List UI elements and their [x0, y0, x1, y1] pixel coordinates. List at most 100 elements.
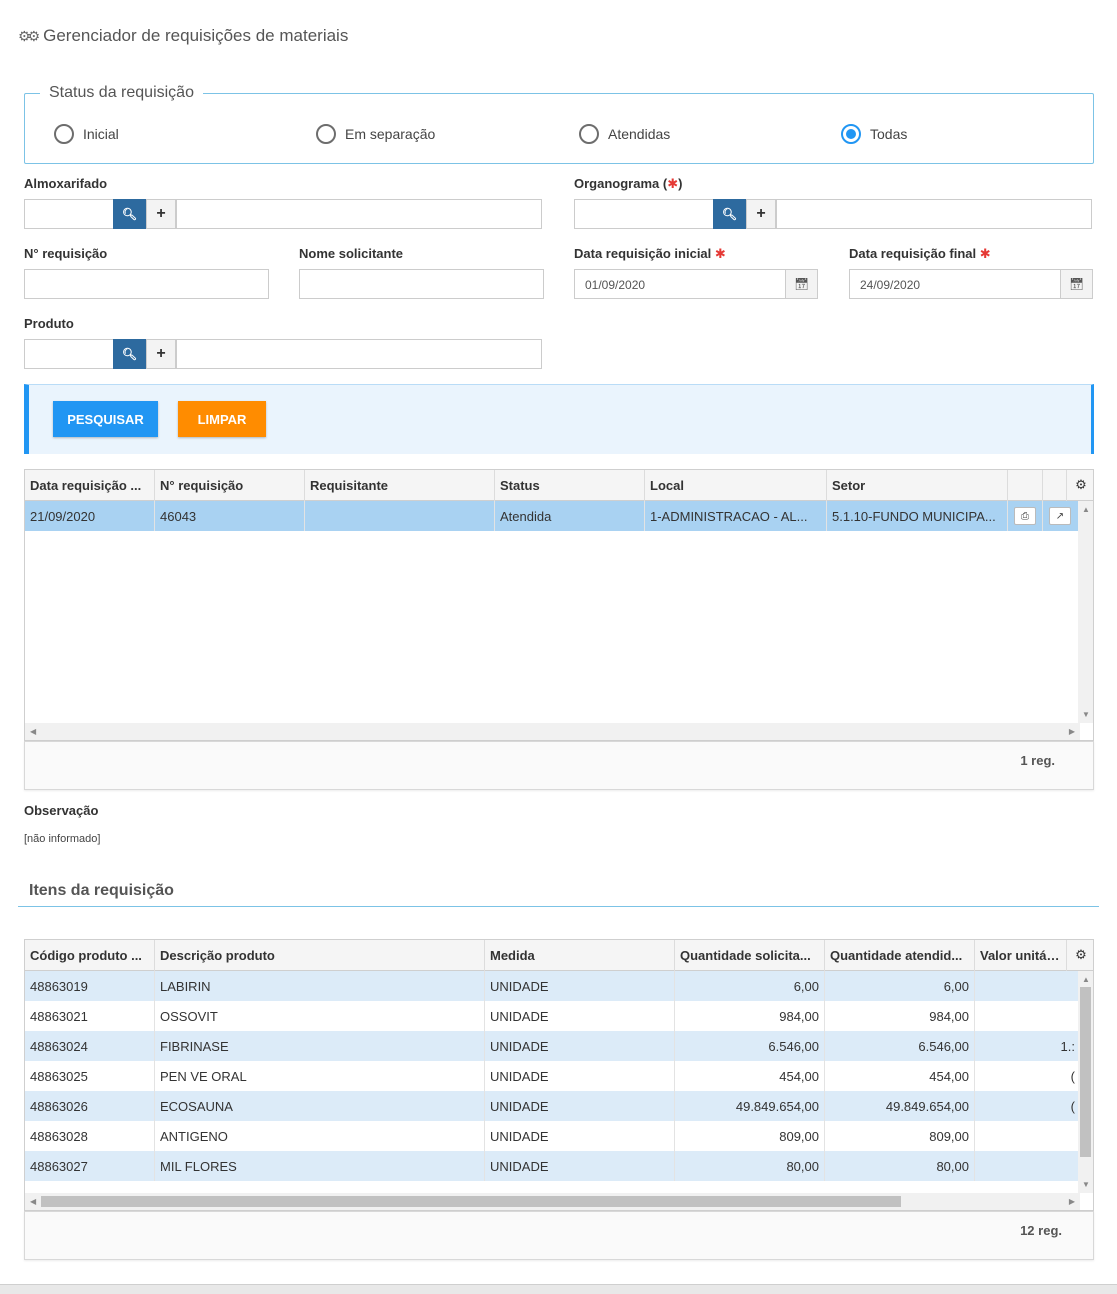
data-inicial-input[interactable]: 01/09/2020: [574, 269, 786, 299]
num-requisicao-label: N° requisição: [24, 246, 108, 261]
almoxarifado-label: Almoxarifado: [24, 176, 108, 191]
pesquisar-button[interactable]: PESQUISAR: [53, 401, 158, 437]
organograma-add-button[interactable]: +: [746, 199, 776, 229]
grid-settings-button[interactable]: ⚙: [1067, 470, 1093, 501]
plus-icon: +: [756, 205, 766, 222]
cell-medida: UNIDADE: [485, 1121, 675, 1151]
horizontal-scrollbar[interactable]: ◀ ▶: [25, 723, 1080, 740]
scroll-up-icon[interactable]: ▲: [1082, 975, 1090, 984]
data-final-label-text: Data requisição final: [849, 246, 977, 261]
column-header[interactable]: Quantidade atendid...: [825, 940, 975, 971]
column-header[interactable]: Status: [495, 470, 645, 501]
produto-add-button[interactable]: +: [146, 339, 176, 369]
table-row[interactable]: 48863025 PEN VE ORAL UNIDADE 454,00 454,…: [25, 1061, 1080, 1091]
status-fieldset: [24, 93, 1094, 164]
organograma-label-text: Organograma (: [574, 176, 668, 191]
data-final-input[interactable]: 24/09/2020: [849, 269, 1061, 299]
grid-settings-button[interactable]: ⚙: [1067, 940, 1093, 971]
search-icon: 🔍︎: [721, 207, 738, 221]
radio-inicial[interactable]: Inicial: [54, 124, 119, 144]
observacao-value: [não informado]: [24, 833, 101, 845]
radio-circle-checked[interactable]: [841, 124, 861, 144]
vertical-scrollbar[interactable]: ▲ ▼: [1078, 501, 1093, 723]
data-final-calendar-button[interactable]: 📅︎: [1060, 269, 1093, 299]
radio-circle[interactable]: [316, 124, 336, 144]
limpar-button[interactable]: LIMPAR: [178, 401, 266, 437]
almoxarifado-search-button[interactable]: 🔍︎: [113, 199, 146, 229]
cell-qtd-atendida: 984,00: [825, 1001, 975, 1031]
table-row[interactable]: 48863028 ANTIGENO UNIDADE 809,00 809,00: [25, 1121, 1080, 1151]
produto-code-input[interactable]: [24, 339, 114, 369]
column-header[interactable]: N° requisição: [155, 470, 305, 501]
scroll-down-icon[interactable]: ▼: [1082, 710, 1090, 719]
scroll-left-icon[interactable]: ◀: [30, 727, 36, 736]
radio-todas[interactable]: Todas: [841, 124, 907, 144]
data-inicial-calendar-button[interactable]: 📅︎: [785, 269, 818, 299]
cell-open: ↗: [1043, 501, 1080, 531]
produto-description-input[interactable]: [176, 339, 542, 369]
column-header[interactable]: Quantidade solicita...: [675, 940, 825, 971]
vertical-scrollbar[interactable]: ▲ ▼: [1078, 971, 1093, 1193]
almoxarifado-code-input[interactable]: [24, 199, 114, 229]
required-mark: ✱: [714, 246, 726, 261]
table-row[interactable]: 48863027 MIL FLORES UNIDADE 80,00 80,00: [25, 1151, 1080, 1181]
column-header[interactable]: Descrição produto: [155, 940, 485, 971]
produto-search-button[interactable]: 🔍︎: [113, 339, 146, 369]
table-row[interactable]: 48863026 ECOSAUNA UNIDADE 49.849.654,00 …: [25, 1091, 1080, 1121]
print-button[interactable]: ⎙: [1014, 507, 1036, 525]
horizontal-scrollbar[interactable]: ◀ ▶: [25, 1193, 1080, 1210]
scroll-up-icon[interactable]: ▲: [1082, 505, 1090, 514]
table-row[interactable]: 48863021 OSSOVIT UNIDADE 984,00 984,00: [25, 1001, 1080, 1031]
column-header[interactable]: Código produto ...: [25, 940, 155, 971]
table-row[interactable]: 48863024 FIBRINASE UNIDADE 6.546,00 6.54…: [25, 1031, 1080, 1061]
column-header[interactable]: Requisitante: [305, 470, 495, 501]
radio-label: Todas: [870, 126, 908, 142]
organograma-code-input[interactable]: [574, 199, 714, 229]
table-row[interactable]: 21/09/2020 46043 Atendida 1-ADMINISTRACA…: [25, 501, 1080, 531]
record-count: 12 reg.: [1020, 1223, 1062, 1238]
radio-circle[interactable]: [579, 124, 599, 144]
page-bottom-border: [0, 1284, 1117, 1294]
scroll-right-icon[interactable]: ▶: [1069, 727, 1075, 736]
almoxarifado-description-input[interactable]: [176, 199, 542, 229]
radio-circle[interactable]: [54, 124, 74, 144]
organograma-label-end: ): [678, 176, 683, 191]
print-icon: ⎙: [1021, 510, 1029, 522]
column-header[interactable]: Medida: [485, 940, 675, 971]
cell-descricao: PEN VE ORAL: [155, 1061, 485, 1091]
column-header[interactable]: Local: [645, 470, 827, 501]
table-row[interactable]: 48863019 LABIRIN UNIDADE 6,00 6,00: [25, 971, 1080, 1001]
cell-qtd-solicitada: 809,00: [675, 1121, 825, 1151]
required-mark: ✱: [667, 176, 679, 191]
page-title: ⚙⚙ Gerenciador de requisições de materia…: [18, 26, 348, 46]
radio-em-separacao[interactable]: Em separação: [316, 124, 435, 144]
gears-icon: ⚙⚙: [18, 27, 40, 44]
cell-valor-unitario: 1.:: [1060, 1039, 1075, 1054]
calendar-icon: 📅︎: [793, 277, 810, 291]
scroll-down-icon[interactable]: ▼: [1082, 1180, 1090, 1189]
open-external-button[interactable]: ↗: [1049, 507, 1071, 525]
num-requisicao-input[interactable]: [24, 269, 269, 299]
almoxarifado-add-button[interactable]: +: [146, 199, 176, 229]
scroll-left-icon[interactable]: ◀: [30, 1197, 36, 1206]
scroll-right-icon[interactable]: ▶: [1069, 1197, 1075, 1206]
cell-codigo: 48863019: [25, 971, 155, 1001]
column-header[interactable]: Valor unitário: [975, 940, 1067, 971]
search-icon: 🔍︎: [121, 347, 138, 361]
cell-medida: UNIDADE: [485, 1031, 675, 1061]
required-mark: ✱: [979, 246, 991, 261]
cell-qtd-atendida: 6.546,00: [825, 1031, 975, 1061]
observacao-label: Observação: [24, 803, 99, 818]
organograma-search-button[interactable]: 🔍︎: [713, 199, 746, 229]
cell-descricao: MIL FLORES: [155, 1151, 485, 1181]
horizontal-scroll-thumb[interactable]: [41, 1196, 901, 1207]
page-title-text: Gerenciador de requisições de materiais: [43, 26, 349, 45]
nome-solicitante-input[interactable]: [299, 269, 544, 299]
organograma-description-input[interactable]: [776, 199, 1092, 229]
column-header[interactable]: Setor: [827, 470, 1008, 501]
requisicoes-grid-body: 21/09/2020 46043 Atendida 1-ADMINISTRACA…: [25, 501, 1080, 531]
column-header[interactable]: Data requisição ...: [25, 470, 155, 501]
vertical-scroll-thumb[interactable]: [1080, 987, 1091, 1157]
radio-atendidas[interactable]: Atendidas: [579, 124, 670, 144]
requisicoes-grid-header: Data requisição ... N° requisição Requis…: [25, 470, 1093, 501]
